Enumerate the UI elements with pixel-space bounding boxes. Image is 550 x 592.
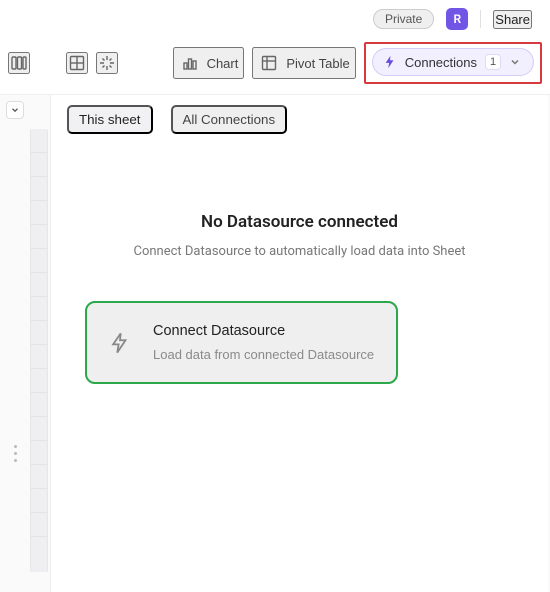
tab-this-sheet[interactable]: This sheet [67,105,153,134]
empty-subtitle: Connect Datasource to automatically load… [85,244,514,259]
pivot-button[interactable]: Pivot Table [252,47,355,79]
connections-panel: This sheet All Connections No Datasource… [50,95,548,592]
empty-state: No Datasource connected Connect Datasour… [51,142,548,384]
tab-all-connections[interactable]: All Connections [171,105,288,134]
avatar[interactable]: R [446,8,468,30]
pivot-icon [258,52,280,74]
drag-handle-icon[interactable] [14,445,17,462]
pivot-label: Pivot Table [286,56,349,71]
card-subtitle: Load data from connected Datasource [153,347,374,362]
connections-count: 1 [485,54,501,70]
toolbar: Chart Pivot Table Connections 1 [0,38,550,94]
chart-button[interactable]: Chart [173,47,245,79]
body: This sheet All Connections No Datasource… [0,94,550,592]
chevron-down-icon [509,56,521,68]
chart-icon [179,52,201,74]
grid-icon[interactable] [66,52,88,74]
connections-button[interactable]: Connections 1 [372,48,534,76]
bolt-outline-icon [109,332,131,354]
divider [480,10,481,28]
connections-label: Connections [405,55,477,70]
top-header: Private R Share [0,0,550,38]
connect-datasource-card[interactable]: Connect Datasource Load data from connec… [85,301,398,384]
collapse-button[interactable] [6,101,24,119]
connections-highlight: Connections 1 [364,42,542,84]
empty-title: No Datasource connected [85,212,514,232]
panel-tabs: This sheet All Connections [51,95,548,142]
private-button[interactable]: Private [373,9,434,29]
share-button[interactable]: Share [493,10,532,29]
sparkle-icon[interactable] [96,52,118,74]
row-gutter [30,129,48,572]
bolt-icon [383,55,397,69]
left-rail [0,95,30,592]
card-title: Connect Datasource [153,323,374,339]
columns-icon[interactable] [8,52,30,74]
chart-label: Chart [207,56,239,71]
